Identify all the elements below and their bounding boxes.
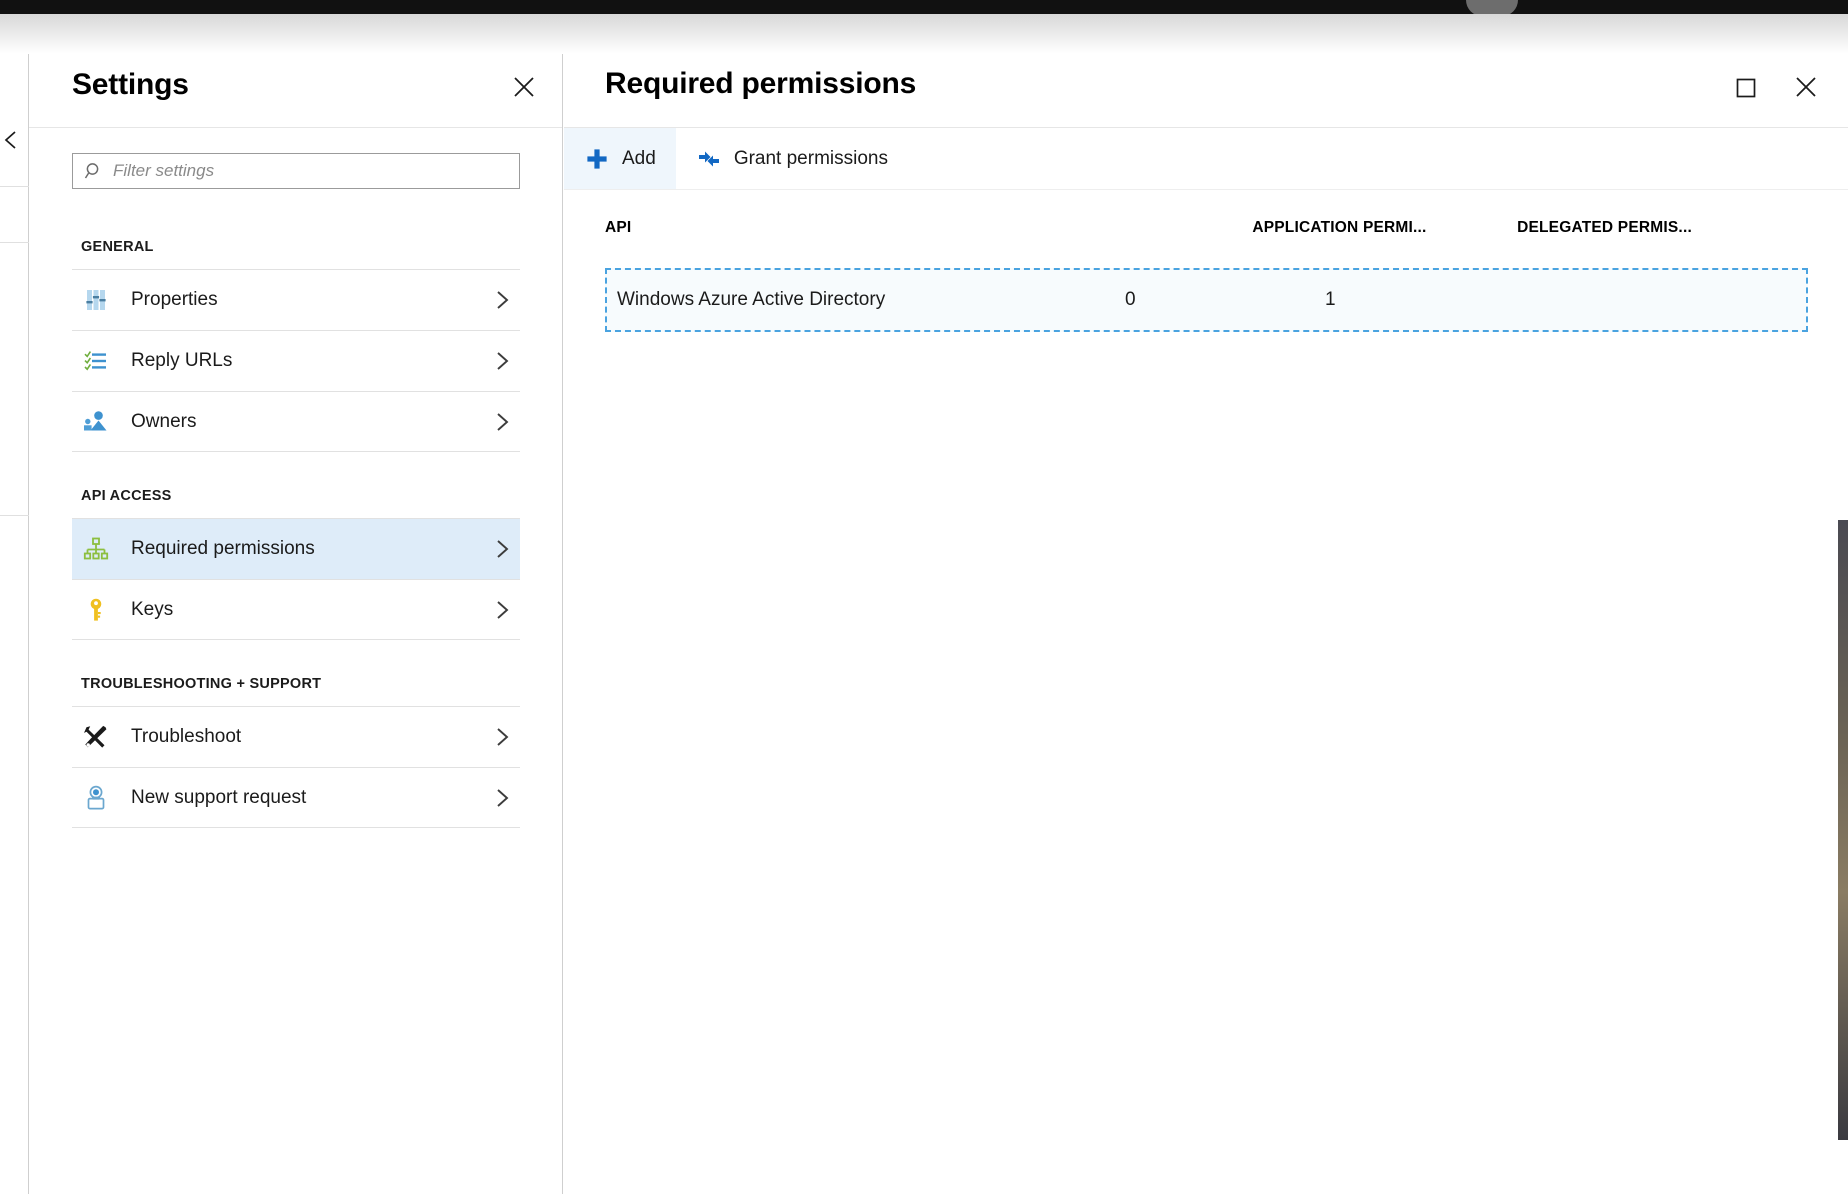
- page-title: Required permissions: [605, 67, 917, 100]
- cell-delegated-permissions: 1: [1325, 289, 1336, 310]
- window-title-bar: [0, 0, 1848, 16]
- sidebar-item-required-permissions[interactable]: Required permissions: [72, 518, 520, 579]
- settings-nav-list: GENERAL Properties Reply URLs Owners API…: [29, 214, 563, 828]
- cell-application-permissions: 0: [1125, 289, 1136, 310]
- required-permissions-blade: Required permissions Add Grant permissio…: [564, 54, 1848, 1194]
- column-header-delegated-permissions[interactable]: DELEGATED PERMIS...: [1517, 191, 1848, 255]
- sidebar-item-properties[interactable]: Properties: [72, 269, 520, 330]
- plus-icon: [584, 146, 610, 172]
- table-header-row: API APPLICATION PERMI... DELEGATED PERMI…: [564, 191, 1848, 255]
- permissions-close-button[interactable]: [1789, 70, 1823, 104]
- sidebar-item-reply-urls[interactable]: Reply URLs: [72, 330, 520, 391]
- sidebar-item-label: Reply URLs: [131, 350, 233, 371]
- settings-title: Settings: [72, 68, 189, 101]
- sidebar-item-label: Owners: [131, 410, 197, 432]
- add-button[interactable]: Add: [564, 128, 676, 189]
- strip-divider: [0, 242, 29, 243]
- permissions-blade-header: Required permissions: [564, 54, 1848, 128]
- settings-close-button[interactable]: [507, 70, 541, 104]
- grant-permissions-button[interactable]: Grant permissions: [676, 128, 908, 189]
- chevron-right-icon: [491, 726, 513, 748]
- sidebar-item-label: Keys: [131, 598, 174, 620]
- sidebar-item-keys[interactable]: Keys: [72, 579, 520, 640]
- nav-section-general: GENERAL: [81, 239, 154, 255]
- collapsed-blade-strip[interactable]: [0, 54, 29, 1194]
- table-header: API APPLICATION PERMI... DELEGATED PERMI…: [564, 191, 1848, 255]
- strip-divider: [0, 186, 29, 187]
- column-header-application-permissions[interactable]: APPLICATION PERMI...: [1252, 191, 1517, 255]
- hierarchy-icon: [81, 534, 111, 564]
- permissions-toolbar: Add Grant permissions: [564, 128, 1848, 190]
- table-row[interactable]: Windows Azure Active Directory 0 1: [605, 268, 1808, 332]
- column-header-api[interactable]: API: [564, 191, 1252, 255]
- add-button-label: Add: [622, 147, 656, 169]
- chevron-right-icon: [491, 787, 513, 809]
- nav-section-api-access: API ACCESS: [81, 488, 172, 504]
- people-icon: [81, 407, 111, 437]
- sidebar-item-troubleshoot[interactable]: Troubleshoot: [72, 706, 520, 767]
- page-background-fade: [0, 14, 1848, 54]
- sidebar-item-label: New support request: [131, 786, 307, 808]
- filter-settings-field[interactable]: [72, 153, 520, 189]
- checklist-icon: [81, 346, 111, 376]
- tools-icon: [81, 722, 111, 752]
- sidebar-item-label: Required permissions: [131, 538, 315, 559]
- permissions-table: API APPLICATION PERMI... DELEGATED PERMI…: [564, 191, 1848, 332]
- chevron-right-icon: [491, 350, 513, 372]
- chevron-right-icon: [491, 599, 513, 621]
- nav-section-troubleshooting-support: TROUBLESHOOTING + SUPPORT: [81, 676, 322, 692]
- maximize-button[interactable]: [1730, 72, 1762, 104]
- sliders-icon: [81, 285, 111, 315]
- support-icon: [81, 783, 111, 813]
- sidebar-item-new-support-request[interactable]: New support request: [72, 767, 520, 828]
- cell-api: Windows Azure Active Directory: [617, 289, 886, 310]
- grant-icon: [696, 146, 722, 172]
- strip-divider: [0, 515, 29, 516]
- desktop-background-sliver: [1838, 520, 1848, 1140]
- chevron-right-icon: [491, 289, 513, 311]
- grant-permissions-label: Grant permissions: [733, 147, 888, 169]
- key-icon: [81, 595, 111, 625]
- settings-blade: Settings GENERAL: [29, 54, 563, 1194]
- filter-settings-input[interactable]: [113, 161, 493, 181]
- chevron-right-icon: [491, 411, 513, 433]
- sidebar-item-label: Properties: [131, 289, 218, 310]
- chevron-left-icon[interactable]: [0, 128, 22, 152]
- chevron-right-icon: [491, 538, 513, 560]
- search-icon: [84, 161, 104, 181]
- sidebar-item-owners[interactable]: Owners: [72, 391, 520, 452]
- settings-blade-header: Settings: [29, 54, 562, 128]
- sidebar-item-label: Troubleshoot: [131, 726, 242, 747]
- permissions-table-element: API APPLICATION PERMI... DELEGATED PERMI…: [564, 191, 1848, 255]
